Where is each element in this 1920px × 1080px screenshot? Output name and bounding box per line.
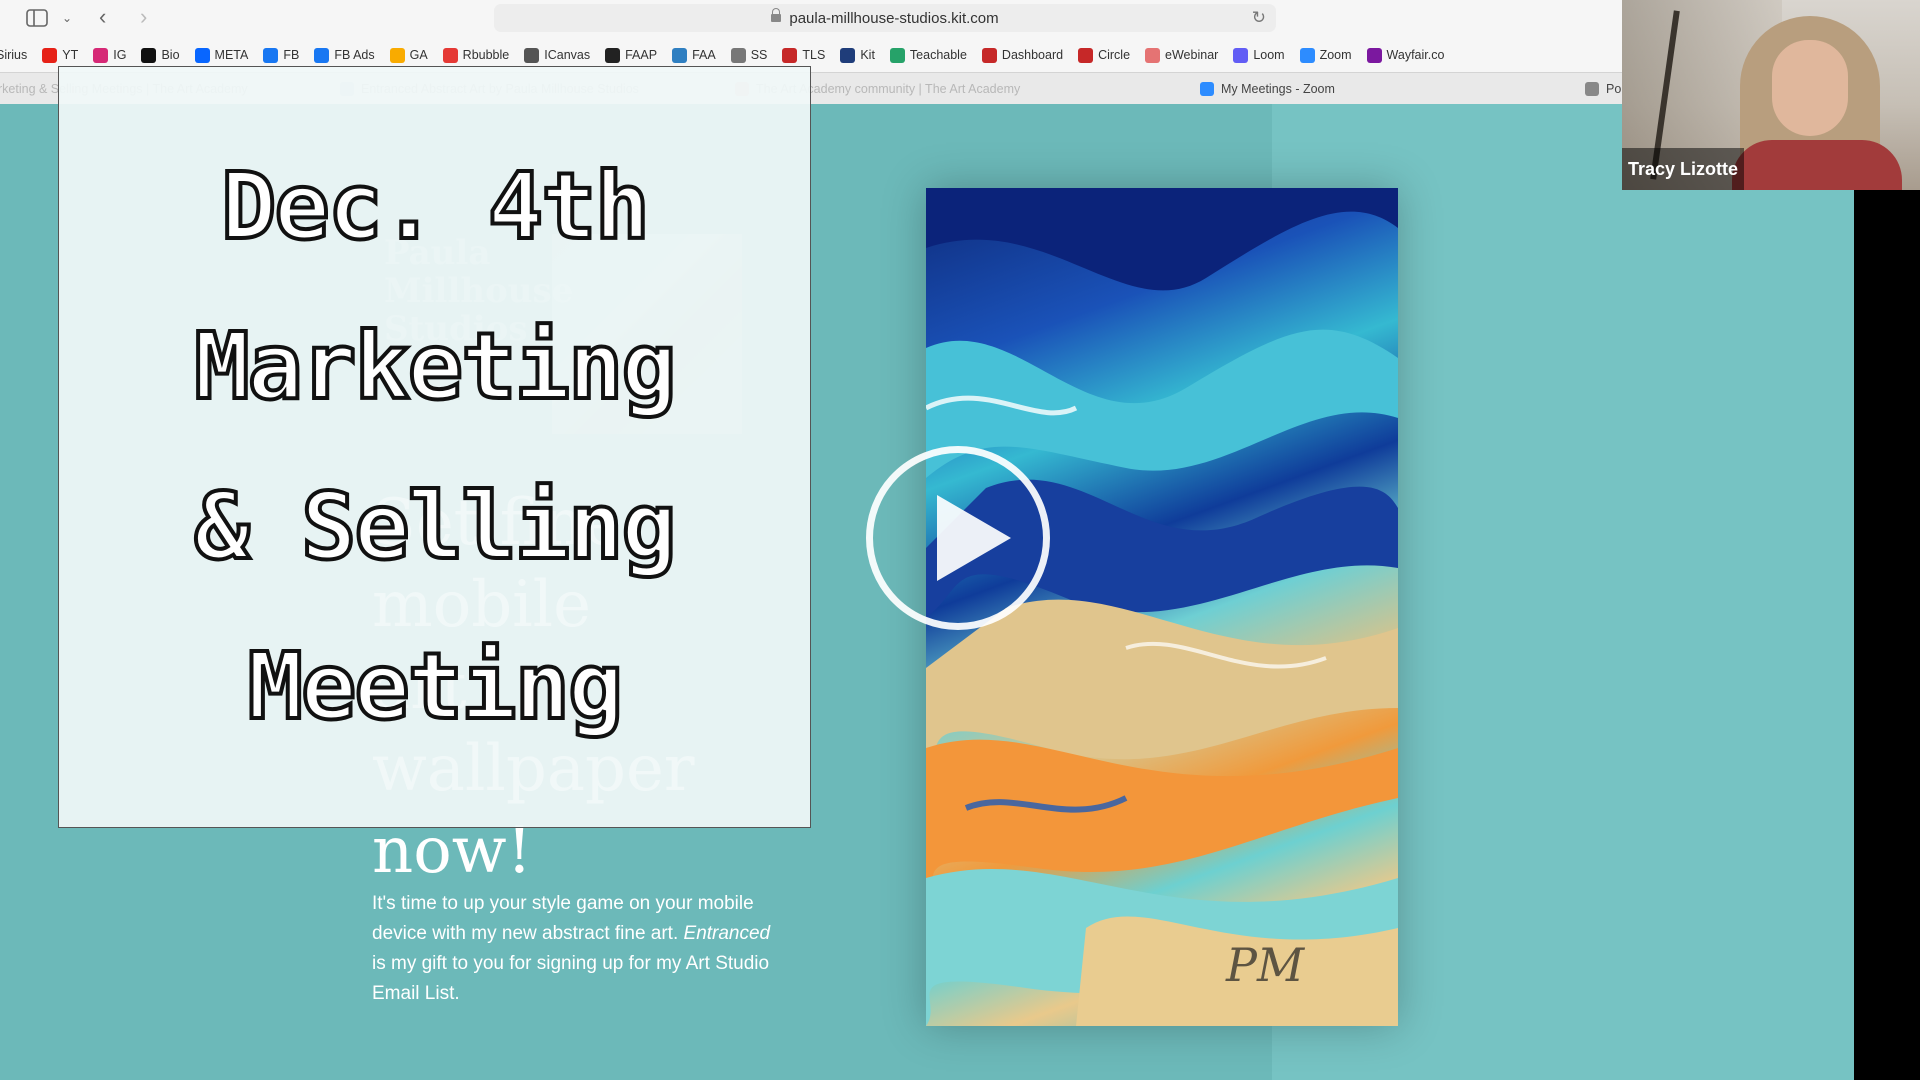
bookmark-label: Bio [161,48,180,62]
title-card-line: & Selling [192,471,678,582]
bookmark-tls[interactable]: TLS [782,47,826,63]
forward-icon[interactable]: › [140,6,147,28]
bookmark-zoom[interactable]: Zoom [1299,47,1352,63]
zoom-icon [1200,82,1214,96]
bookmark-wayfair-co[interactable]: Wayfair.co [1366,47,1445,63]
youtube-icon [42,47,58,63]
bookmark-faa[interactable]: FAA [672,47,716,63]
facebook-icon [263,47,279,63]
bookmark-label: ICanvas [544,48,591,62]
bookmark-label: Sirius [0,48,28,62]
wayfair-icon [1366,47,1382,63]
bookmark-sirius[interactable]: Sirius [0,48,27,62]
bookmark-label: FAAP [625,48,658,62]
bookmark-label: TLS [802,48,826,62]
rbubble-icon [442,47,458,63]
loom-icon [1233,47,1249,63]
tab-label: Po [1606,82,1622,96]
browser-tab-4[interactable]: My Meetings - Zoom [1200,73,1335,105]
dashboard-icon [981,47,997,63]
instagram-icon [93,47,109,63]
bookmark-label: YT [62,48,79,62]
participant-shirt [1732,140,1902,190]
icanvas-icon [524,47,540,63]
participant-name: Tracy Lizotte [1622,148,1745,190]
bookmark-label: FB Ads [334,48,375,62]
meta-icon [194,47,210,63]
title-card-line: Meeting [246,631,626,742]
sidebar-toggle-icon[interactable] [26,9,48,30]
address-bar[interactable]: paula-millhouse-studios.kit.com ↻ [494,4,1276,32]
facebook-icon [314,47,330,63]
tls-icon [782,47,798,63]
play-icon[interactable] [866,446,1050,630]
right-black-bar [1854,104,1920,1080]
bookmark-label: Kit [860,48,875,62]
circle-icon [1078,47,1094,63]
z-icon [1585,82,1599,96]
kit-icon [840,47,856,63]
bookmark-dashboard[interactable]: Dashboard [981,47,1064,63]
bookmark-ss[interactable]: SS [730,47,768,63]
bookmark-ewebinar[interactable]: eWebinar [1145,47,1219,63]
bio-icon [141,47,157,63]
ss-icon [730,47,746,63]
webcam-tile: Tracy Lizotte [1622,0,1920,190]
bookmark-kit[interactable]: Kit [840,47,875,63]
participant-face [1772,40,1848,136]
tab-label: My Meetings - Zoom [1221,82,1335,96]
url-text: paula-millhouse-studios.kit.com [789,9,999,27]
bookmark-faap[interactable]: FAAP [605,47,658,63]
bookmark-meta[interactable]: META [194,47,249,63]
bookmark-fb-ads[interactable]: FB Ads [314,47,375,63]
bookmark-ig[interactable]: IG [93,47,127,63]
bookmark-label: META [214,48,249,62]
bookmark-bio[interactable]: Bio [141,47,180,63]
bookmark-ga[interactable]: GA [389,47,428,63]
bookmark-loom[interactable]: Loom [1233,47,1285,63]
bookmark-circle[interactable]: Circle [1078,47,1131,63]
bookmark-label: Teachable [909,48,967,62]
back-icon[interactable]: ‹ [99,6,106,28]
zoom-icon [1299,47,1315,63]
bookmark-label: FB [283,48,300,62]
bookmark-label: IG [113,48,127,62]
bookmark-label: SS [750,48,768,62]
teachable-icon [889,47,905,63]
reload-icon[interactable]: ↻ [1252,8,1266,28]
bookmark-label: GA [409,48,428,62]
bookmark-label: Wayfair.co [1386,48,1445,62]
tl-icon [605,47,621,63]
title-card-line: Marketing [192,311,678,422]
faa-icon [672,47,688,63]
bookmark-label: Rbubble [462,48,510,62]
ewebinar-icon [1145,47,1161,63]
lock-icon [771,7,782,24]
bookmark-label: Zoom [1319,48,1352,62]
body-copy: It's time to up your style game on your … [372,893,771,1004]
bookmark-yt[interactable]: YT [42,47,79,63]
artist-signature: PM [1226,938,1305,992]
bookmark-label: eWebinar [1165,48,1219,62]
bookmark-rbubble[interactable]: Rbubble [442,47,510,63]
bookmark-label: Loom [1253,48,1285,62]
bookmark-label: FAA [692,48,716,62]
meeting-title-card: Dec. 4th Marketing & Selling Meeting [58,66,811,828]
bookmark-icanvas[interactable]: ICanvas [524,47,591,63]
browser-tab-5[interactable]: Po [1585,73,1621,105]
bookmark-fb[interactable]: FB [263,47,300,63]
title-card-line: Dec. 4th [219,151,652,262]
analytics-icon [389,47,405,63]
bookmark-label: Circle [1098,48,1131,62]
bookmark-teachable[interactable]: Teachable [889,47,967,63]
bookmark-label: Dashboard [1001,48,1064,62]
chevron-down-icon[interactable]: ⌄ [62,9,72,27]
